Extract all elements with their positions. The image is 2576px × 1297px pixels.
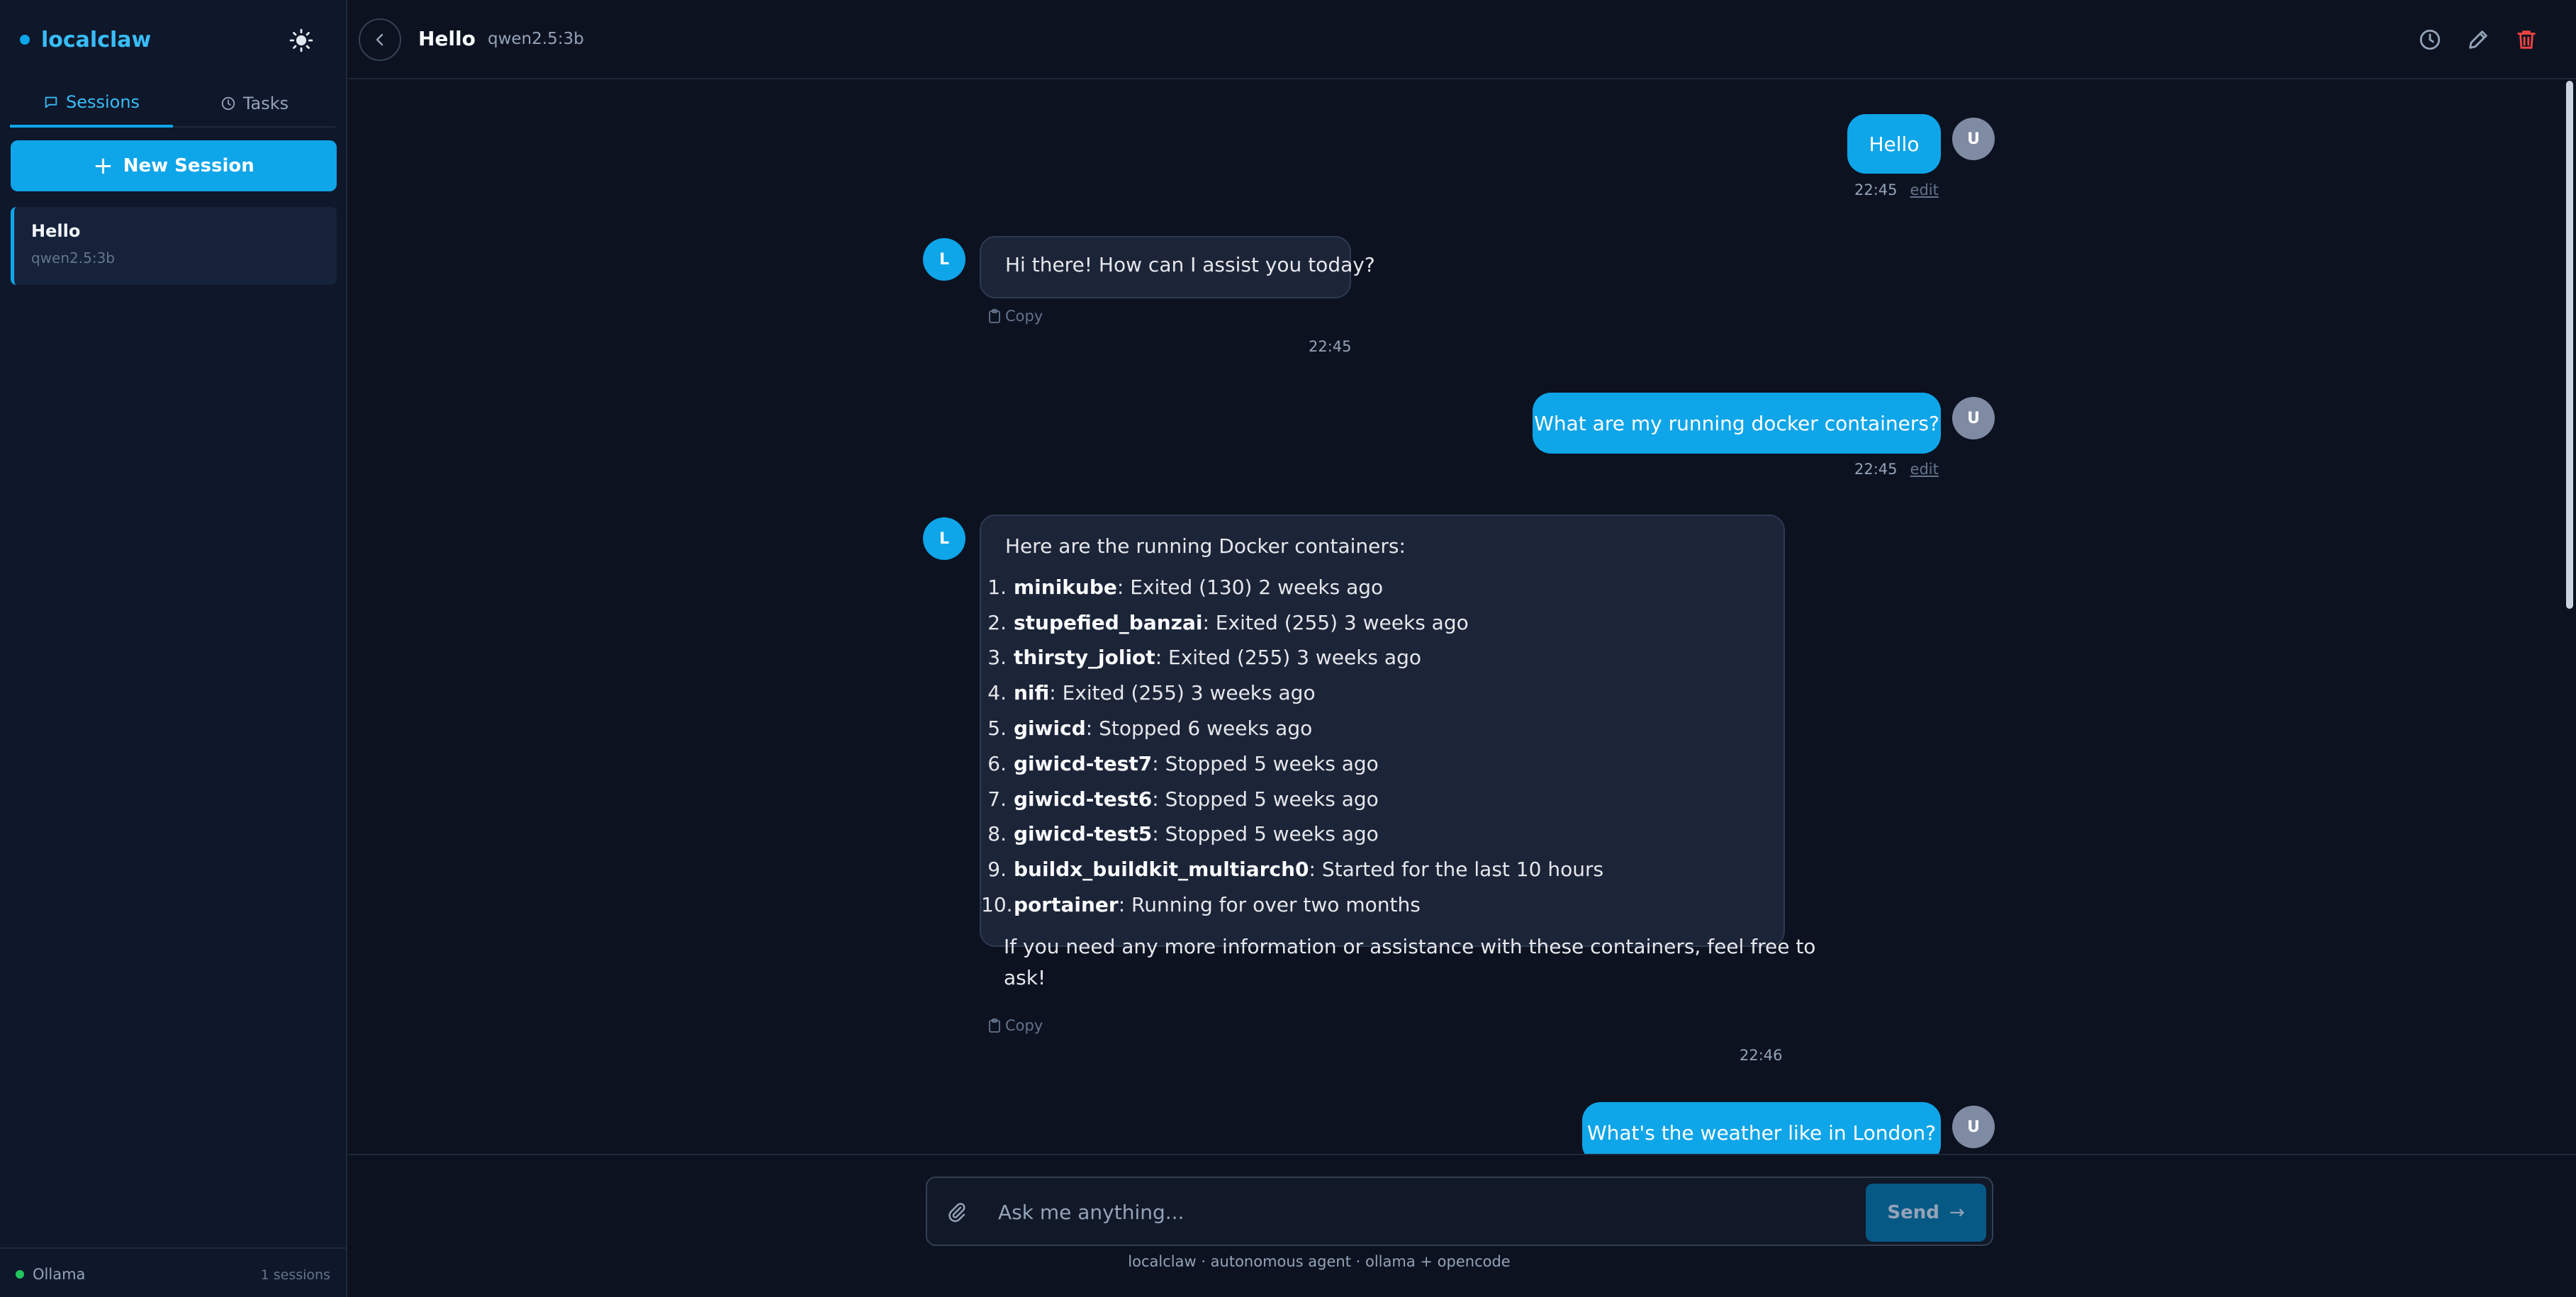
composer: Send → — [926, 1177, 1993, 1246]
avatar: U — [1952, 1106, 1995, 1148]
message-outro-line-1: If you need any more information or assi… — [1004, 935, 1816, 958]
chat-input[interactable] — [998, 1192, 1849, 1232]
assistant-message-bubble: Here are the running Docker containers: … — [980, 515, 1785, 947]
message-time: 22:45 — [1309, 338, 1352, 355]
scrollbar-thumb[interactable] — [2566, 81, 2573, 609]
copy-label: Copy — [1005, 1017, 1043, 1034]
list-item: 7. giwicd-test6: Stopped 5 weeks ago — [987, 787, 1379, 811]
tab-tasks[interactable]: Tasks — [173, 79, 336, 128]
list-item: 3. thirsty_joliot: Exited (255) 3 weeks a… — [987, 646, 1421, 669]
plus-icon: + — [93, 152, 113, 180]
avatar: L — [923, 238, 965, 281]
session-item[interactable]: Hello qwen2.5:3b — [11, 207, 337, 285]
tab-tasks-label: Tasks — [242, 94, 289, 113]
brand-dot-icon — [20, 35, 30, 45]
status-dot-icon — [16, 1270, 24, 1279]
message-text: Hello — [1869, 132, 1920, 156]
assistant-message-bubble: Hi there! How can I assist you today? — [980, 236, 1375, 298]
message-time: 22:46 — [1740, 1047, 1783, 1064]
avatar-initial: U — [1967, 1118, 1980, 1136]
new-session-button[interactable]: + New Session — [11, 140, 337, 191]
back-button[interactable] — [359, 18, 401, 61]
list-item: 1. minikube: Exited (130) 2 weeks ago — [987, 575, 1384, 599]
attach-button[interactable] — [940, 1195, 974, 1229]
brand-name: localclaw — [41, 27, 152, 52]
sidebar: localclaw Sessions Tasks + New Session H… — [0, 0, 347, 1297]
clipboard-icon — [988, 1018, 1001, 1033]
user-message-bubble: What's the weather like in London? — [1582, 1102, 1941, 1154]
message-meta: 22:45 edit — [1854, 181, 1939, 198]
user-message-bubble: What are my running docker containers? — [1533, 393, 1941, 454]
session-title: Hello — [31, 221, 81, 241]
message-text: What are my running docker containers? — [1534, 411, 1939, 435]
model-label: qwen2.5:3b — [488, 30, 584, 48]
list-item: 6. giwicd-test7: Stopped 5 weeks ago — [987, 752, 1379, 775]
message-text: What's the weather like in London? — [1586, 1121, 1937, 1145]
arrow-right-icon: → — [1949, 1202, 1965, 1223]
message-outro-line-2: ask! — [1004, 966, 1046, 989]
avatar-initial: U — [1967, 409, 1980, 427]
clipboard-icon — [988, 309, 1001, 323]
sun-icon — [289, 28, 313, 52]
page-title: Hello — [418, 27, 476, 50]
list-item: 8. giwicd-test5: Stopped 5 weeks ago — [987, 822, 1379, 846]
send-button[interactable]: Send → — [1866, 1184, 1986, 1242]
message-outro: If you need any more information or assi… — [1004, 931, 1816, 994]
footer-note: localclaw · autonomous agent · ollama + … — [1128, 1253, 1511, 1270]
send-label: Send — [1887, 1202, 1939, 1223]
avatar-initial: L — [939, 250, 950, 269]
avatar: U — [1952, 118, 1995, 160]
history-button[interactable] — [2412, 21, 2448, 58]
sidebar-footer: Ollama 1 sessions — [0, 1247, 347, 1297]
theme-toggle-button[interactable] — [284, 23, 319, 58]
session-count: 1 sessions — [260, 1267, 330, 1283]
message-time: 22:45 — [1854, 461, 1898, 478]
list-item: 9. buildx_buildkit_multiarch0: Started fo… — [987, 858, 1604, 881]
user-message-bubble: Hello — [1847, 114, 1941, 174]
message-text: Hi there! How can I assist you today? — [1005, 253, 1375, 276]
session-model: qwen2.5:3b — [31, 249, 115, 266]
rename-button[interactable] — [2460, 21, 2497, 58]
chat-bubble-icon — [43, 94, 59, 110]
avatar: U — [1952, 397, 1995, 439]
message-time: 22:45 — [1854, 181, 1898, 198]
message-meta: 22:45 edit — [1854, 461, 1939, 478]
list-item: 4. nifi: Exited (255) 3 weeks ago — [987, 681, 1316, 704]
edit-link[interactable]: edit — [1910, 461, 1939, 478]
avatar-initial: L — [939, 529, 950, 548]
trash-icon — [2517, 30, 2536, 49]
composer-area: Send → localclaw · autonomous agent · ol… — [349, 1154, 2576, 1297]
avatar-initial: U — [1967, 130, 1980, 148]
chat-header: Hello qwen2.5:3b — [349, 0, 2576, 79]
chevron-left-icon — [376, 33, 383, 46]
brand[interactable]: localclaw — [20, 23, 151, 57]
clock-icon — [2419, 29, 2441, 50]
copy-button[interactable]: Copy — [988, 1017, 1043, 1034]
copy-label: Copy — [1005, 308, 1043, 325]
paperclip-icon — [948, 1203, 965, 1223]
new-session-label: New Session — [123, 155, 254, 176]
list-item: 2. stupefied_banzai: Exited (255) 3 weeks… — [987, 611, 1469, 634]
sidebar-tabs: Sessions Tasks — [10, 79, 336, 128]
clock-icon — [220, 96, 236, 111]
avatar: L — [923, 517, 965, 560]
list-item: 10.portainer: Running for over two month… — [981, 893, 1421, 916]
edit-link[interactable]: edit — [1910, 181, 1939, 198]
provider-status: Ollama — [16, 1266, 85, 1283]
tab-sessions[interactable]: Sessions — [10, 79, 173, 128]
list-item: 5. giwicd: Stopped 6 weeks ago — [987, 717, 1313, 740]
tab-sessions-label: Sessions — [65, 92, 140, 112]
pencil-icon — [2469, 30, 2487, 49]
delete-button[interactable] — [2508, 21, 2545, 58]
container-list: 1. minikube: Exited (130) 2 weeks ago 2. s… — [981, 516, 1761, 941]
provider-name: Ollama — [33, 1266, 86, 1283]
copy-button[interactable]: Copy — [988, 308, 1043, 325]
